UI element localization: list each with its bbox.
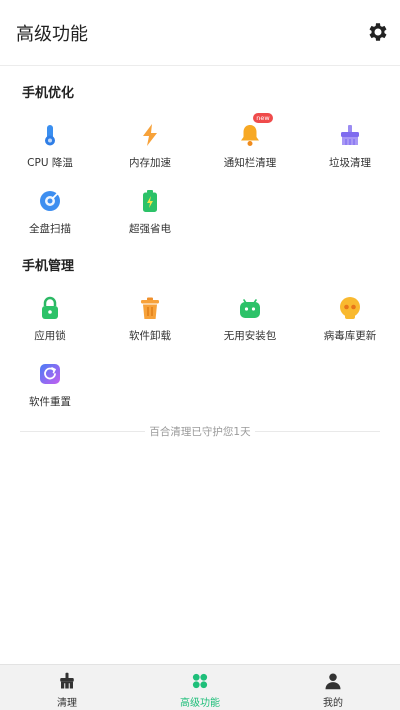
tool-label: 病毒库更新 <box>323 330 377 342</box>
grid-icon <box>192 673 208 689</box>
thermometer-icon <box>45 125 55 146</box>
tool-label: 软件卸载 <box>129 330 171 342</box>
reset-icon <box>40 364 60 384</box>
tool-uninstall[interactable]: 软件卸载 <box>100 290 200 350</box>
tab-advanced[interactable]: 高级功能 <box>160 665 240 710</box>
tab-mine[interactable]: 我的 <box>293 665 373 710</box>
protection-days-text: 百合清理已守护您1天 <box>149 426 251 438</box>
tab-label: 清理 <box>57 698 77 709</box>
trash-icon <box>141 297 159 319</box>
skull-icon <box>340 297 360 319</box>
tool-label: 软件重置 <box>29 396 71 408</box>
battery-icon <box>143 190 157 212</box>
page-title: 高级功能 <box>16 24 88 45</box>
lightning-icon <box>143 124 157 146</box>
tool-label: 超强省电 <box>129 223 171 235</box>
tab-label: 高级功能 <box>180 698 220 709</box>
tool-virus-db-update[interactable]: 病毒库更新 <box>300 290 400 350</box>
new-badge: new <box>253 113 273 123</box>
tool-full-scan[interactable]: 全盘扫描 <box>0 183 100 243</box>
bottom-tab-bar: 清理 高级功能 我的 <box>0 664 400 710</box>
tool-label: 无用安装包 <box>223 330 277 342</box>
app-header: 高级功能 <box>0 0 400 66</box>
tool-power-saving[interactable]: 超强省电 <box>100 183 200 243</box>
tool-label: 通知栏清理 <box>223 157 277 169</box>
tool-label: 应用锁 <box>34 330 66 342</box>
tool-label: 内存加速 <box>129 157 171 169</box>
tool-label: CPU 降温 <box>27 157 73 169</box>
bell-icon <box>241 125 259 146</box>
tab-label: 我的 <box>323 698 343 709</box>
tool-junk-clean[interactable]: 垃圾清理 <box>300 117 400 177</box>
brush-icon <box>60 672 74 689</box>
divider-right <box>255 431 380 432</box>
disk-scan-icon <box>40 191 60 211</box>
broom-icon <box>341 125 359 145</box>
tool-cpu-cooling[interactable]: CPU 降温 <box>0 117 100 177</box>
section-title-optimize: 手机优化 <box>22 86 75 101</box>
tool-label: 全盘扫描 <box>29 223 71 235</box>
gear-icon[interactable] <box>366 20 390 44</box>
tool-app-reset[interactable]: 软件重置 <box>0 356 100 416</box>
tool-app-lock[interactable]: 应用锁 <box>0 290 100 350</box>
tool-memory-boost[interactable]: 内存加速 <box>100 117 200 177</box>
tool-unused-packages[interactable]: 无用安装包 <box>200 290 300 350</box>
tool-label: 垃圾清理 <box>329 157 371 169</box>
lock-icon <box>42 296 58 319</box>
tab-clean[interactable]: 清理 <box>27 665 107 710</box>
section-title-manage: 手机管理 <box>22 259 75 274</box>
divider-left <box>20 431 145 432</box>
tool-notification-clean[interactable]: 通知栏清理 <box>200 117 300 177</box>
person-icon <box>325 673 341 690</box>
android-icon <box>240 299 260 318</box>
